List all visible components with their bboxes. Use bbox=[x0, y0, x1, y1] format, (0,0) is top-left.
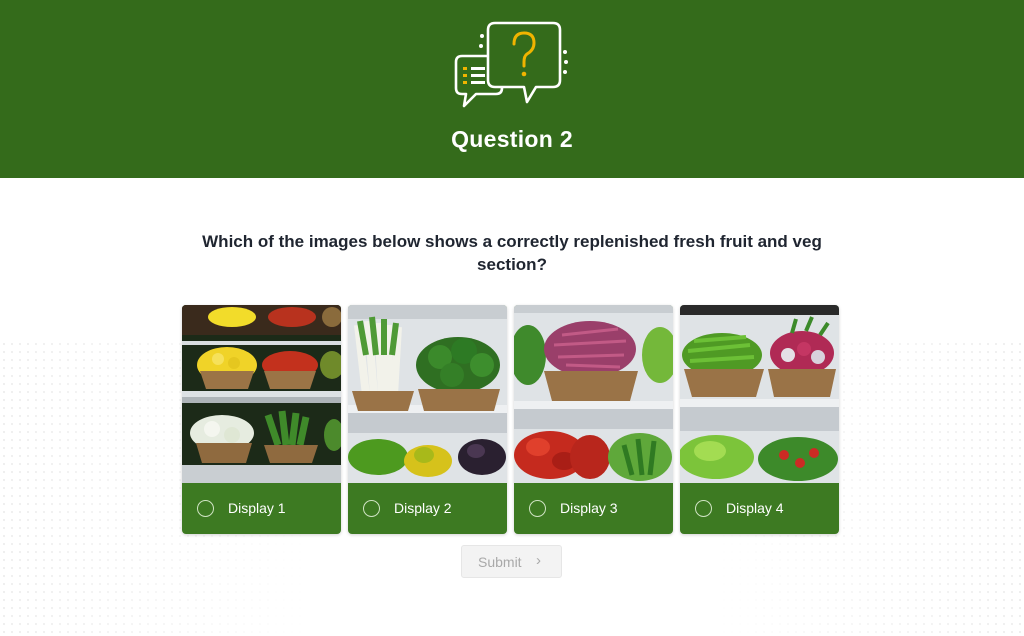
radio-button[interactable] bbox=[197, 500, 214, 517]
option-card-display-1[interactable]: Display 1 bbox=[182, 305, 341, 534]
produce-display-2-image bbox=[348, 305, 507, 483]
option-footer: Display 2 bbox=[348, 483, 507, 534]
chevron-right-icon: › bbox=[536, 552, 541, 569]
radio-button[interactable] bbox=[363, 500, 380, 517]
option-card-display-3[interactable]: Display 3 bbox=[514, 305, 673, 534]
option-card-display-2[interactable]: Display 2 bbox=[348, 305, 507, 534]
question-text: Which of the images below shows a correc… bbox=[202, 232, 822, 274]
option-label: Display 3 bbox=[560, 500, 618, 516]
option-footer: Display 4 bbox=[680, 483, 839, 534]
option-footer: Display 1 bbox=[182, 483, 341, 534]
produce-display-3-image bbox=[514, 305, 673, 483]
question-title: Question 2 bbox=[451, 126, 573, 152]
option-label: Display 1 bbox=[228, 500, 286, 516]
option-card-display-4[interactable]: Display 4 bbox=[680, 305, 839, 534]
speech-bubbles-question-icon bbox=[454, 21, 568, 108]
radio-button[interactable] bbox=[695, 500, 712, 517]
radio-button[interactable] bbox=[529, 500, 546, 517]
option-label: Display 4 bbox=[726, 500, 784, 516]
option-label: Display 2 bbox=[394, 500, 452, 516]
submit-button[interactable]: Submit › bbox=[461, 545, 562, 578]
dotted-background-pattern bbox=[0, 340, 1024, 636]
option-footer: Display 3 bbox=[514, 483, 673, 534]
produce-display-1-image bbox=[182, 305, 341, 483]
submit-label: Submit bbox=[478, 554, 522, 570]
question-header: Question 2 bbox=[0, 0, 1024, 178]
produce-display-4-image bbox=[680, 305, 839, 483]
